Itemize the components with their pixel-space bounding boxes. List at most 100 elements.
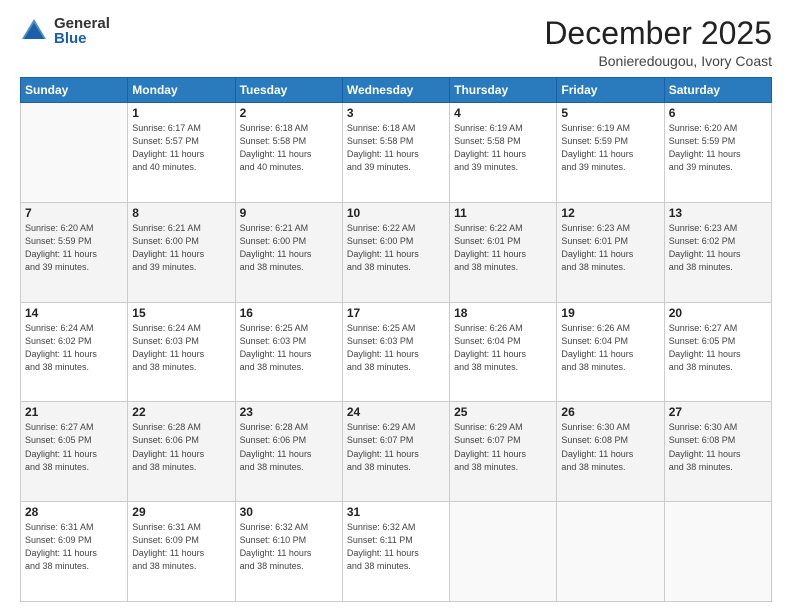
calendar-cell: 13 Sunrise: 6:23 AMSunset: 6:02 PMDayligh… — [664, 202, 771, 302]
month-title: December 2025 — [544, 16, 772, 51]
day-info: Sunrise: 6:27 AMSunset: 6:05 PMDaylight:… — [25, 421, 123, 473]
day-info: Sunrise: 6:21 AMSunset: 6:00 PMDaylight:… — [240, 222, 338, 274]
day-info: Sunrise: 6:29 AMSunset: 6:07 PMDaylight:… — [454, 421, 552, 473]
logo-text: General Blue — [54, 16, 110, 46]
calendar-cell: 16 Sunrise: 6:25 AMSunset: 6:03 PMDayligh… — [235, 302, 342, 402]
day-number: 15 — [132, 306, 230, 320]
day-number: 9 — [240, 206, 338, 220]
calendar-cell: 25 Sunrise: 6:29 AMSunset: 6:07 PMDayligh… — [450, 402, 557, 502]
calendar-cell: 2 Sunrise: 6:18 AMSunset: 5:58 PMDaylight… — [235, 103, 342, 203]
day-number: 2 — [240, 106, 338, 120]
day-info: Sunrise: 6:28 AMSunset: 6:06 PMDaylight:… — [240, 421, 338, 473]
day-number: 6 — [669, 106, 767, 120]
day-number: 3 — [347, 106, 445, 120]
weekday-header-sunday: Sunday — [21, 78, 128, 103]
calendar-cell: 24 Sunrise: 6:29 AMSunset: 6:07 PMDayligh… — [342, 402, 449, 502]
day-info: Sunrise: 6:31 AMSunset: 6:09 PMDaylight:… — [25, 521, 123, 573]
day-number: 28 — [25, 505, 123, 519]
day-info: Sunrise: 6:18 AMSunset: 5:58 PMDaylight:… — [347, 122, 445, 174]
day-info: Sunrise: 6:22 AMSunset: 6:00 PMDaylight:… — [347, 222, 445, 274]
day-info: Sunrise: 6:20 AMSunset: 5:59 PMDaylight:… — [669, 122, 767, 174]
calendar-cell: 14Sunrise: 6:24 AMSunset: 6:02 PMDayligh… — [21, 302, 128, 402]
week-row-2: 7Sunrise: 6:20 AMSunset: 5:59 PMDaylight… — [21, 202, 772, 302]
day-number: 24 — [347, 405, 445, 419]
day-info: Sunrise: 6:25 AMSunset: 6:03 PMDaylight:… — [347, 322, 445, 374]
day-number: 26 — [561, 405, 659, 419]
calendar-cell: 11 Sunrise: 6:22 AMSunset: 6:01 PMDayligh… — [450, 202, 557, 302]
day-info: Sunrise: 6:31 AMSunset: 6:09 PMDaylight:… — [132, 521, 230, 573]
day-info: Sunrise: 6:23 AMSunset: 6:02 PMDaylight:… — [669, 222, 767, 274]
calendar-cell: 27Sunrise: 6:30 AMSunset: 6:08 PMDayligh… — [664, 402, 771, 502]
calendar-cell: 10 Sunrise: 6:22 AMSunset: 6:00 PMDayligh… — [342, 202, 449, 302]
day-number: 5 — [561, 106, 659, 120]
day-info: Sunrise: 6:30 AMSunset: 6:08 PMDaylight:… — [561, 421, 659, 473]
calendar-cell: 18 Sunrise: 6:26 AMSunset: 6:04 PMDayligh… — [450, 302, 557, 402]
calendar-cell: 6 Sunrise: 6:20 AMSunset: 5:59 PMDaylight… — [664, 103, 771, 203]
calendar-cell: 1 Sunrise: 6:17 AMSunset: 5:57 PMDaylight… — [128, 103, 235, 203]
day-number: 29 — [132, 505, 230, 519]
calendar-cell: 21 Sunrise: 6:27 AMSunset: 6:05 PMDayligh… — [21, 402, 128, 502]
day-number: 16 — [240, 306, 338, 320]
day-number: 27 — [669, 405, 767, 419]
day-number: 21 — [25, 405, 123, 419]
day-number: 18 — [454, 306, 552, 320]
logo-icon — [20, 17, 48, 45]
calendar-cell — [21, 103, 128, 203]
day-number: 17 — [347, 306, 445, 320]
day-info: Sunrise: 6:27 AMSunset: 6:05 PMDaylight:… — [669, 322, 767, 374]
day-info: Sunrise: 6:23 AMSunset: 6:01 PMDaylight:… — [561, 222, 659, 274]
calendar-cell: 30 Sunrise: 6:32 AMSunset: 6:10 PMDayligh… — [235, 502, 342, 602]
header: General Blue December 2025 Bonieredougou… — [20, 16, 772, 69]
day-info: Sunrise: 6:17 AMSunset: 5:57 PMDaylight:… — [132, 122, 230, 174]
calendar-cell: 17 Sunrise: 6:25 AMSunset: 6:03 PMDayligh… — [342, 302, 449, 402]
day-info: Sunrise: 6:24 AMSunset: 6:03 PMDaylight:… — [132, 322, 230, 374]
calendar-cell: 15 Sunrise: 6:24 AMSunset: 6:03 PMDayligh… — [128, 302, 235, 402]
calendar-cell: 8 Sunrise: 6:21 AMSunset: 6:00 PMDaylight… — [128, 202, 235, 302]
calendar-cell: 31Sunrise: 6:32 AMSunset: 6:11 PMDayligh… — [342, 502, 449, 602]
day-number: 4 — [454, 106, 552, 120]
day-info: Sunrise: 6:18 AMSunset: 5:58 PMDaylight:… — [240, 122, 338, 174]
day-number: 8 — [132, 206, 230, 220]
calendar-cell: 26 Sunrise: 6:30 AMSunset: 6:08 PMDayligh… — [557, 402, 664, 502]
calendar-cell — [450, 502, 557, 602]
day-info: Sunrise: 6:28 AMSunset: 6:06 PMDaylight:… — [132, 421, 230, 473]
day-number: 1 — [132, 106, 230, 120]
week-row-1: 1 Sunrise: 6:17 AMSunset: 5:57 PMDaylight… — [21, 103, 772, 203]
day-info: Sunrise: 6:21 AMSunset: 6:00 PMDaylight:… — [132, 222, 230, 274]
day-info: Sunrise: 6:32 AMSunset: 6:10 PMDaylight:… — [240, 521, 338, 573]
week-row-3: 14Sunrise: 6:24 AMSunset: 6:02 PMDayligh… — [21, 302, 772, 402]
day-info: Sunrise: 6:25 AMSunset: 6:03 PMDaylight:… — [240, 322, 338, 374]
day-number: 20 — [669, 306, 767, 320]
day-info: Sunrise: 6:22 AMSunset: 6:01 PMDaylight:… — [454, 222, 552, 274]
day-info: Sunrise: 6:29 AMSunset: 6:07 PMDaylight:… — [347, 421, 445, 473]
calendar-cell: 28 Sunrise: 6:31 AMSunset: 6:09 PMDayligh… — [21, 502, 128, 602]
weekday-header-thursday: Thursday — [450, 78, 557, 103]
day-number: 25 — [454, 405, 552, 419]
day-number: 22 — [132, 405, 230, 419]
calendar-cell: 5Sunrise: 6:19 AMSunset: 5:59 PMDaylight… — [557, 103, 664, 203]
calendar-cell: 23Sunrise: 6:28 AMSunset: 6:06 PMDayligh… — [235, 402, 342, 502]
day-number: 30 — [240, 505, 338, 519]
day-number: 13 — [669, 206, 767, 220]
weekday-header-row: SundayMondayTuesdayWednesdayThursdayFrid… — [21, 78, 772, 103]
day-number: 7 — [25, 206, 123, 220]
calendar-cell — [557, 502, 664, 602]
calendar-cell: 7Sunrise: 6:20 AMSunset: 5:59 PMDaylight… — [21, 202, 128, 302]
calendar-cell: 19 Sunrise: 6:26 AMSunset: 6:04 PMDayligh… — [557, 302, 664, 402]
calendar-cell — [664, 502, 771, 602]
calendar-cell: 9 Sunrise: 6:21 AMSunset: 6:00 PMDaylight… — [235, 202, 342, 302]
day-number: 10 — [347, 206, 445, 220]
day-number: 19 — [561, 306, 659, 320]
logo-general: General — [54, 16, 110, 31]
weekday-header-monday: Monday — [128, 78, 235, 103]
weekday-header-tuesday: Tuesday — [235, 78, 342, 103]
calendar-cell: 12 Sunrise: 6:23 AMSunset: 6:01 PMDayligh… — [557, 202, 664, 302]
day-info: Sunrise: 6:19 AMSunset: 5:58 PMDaylight:… — [454, 122, 552, 174]
day-number: 11 — [454, 206, 552, 220]
day-info: Sunrise: 6:26 AMSunset: 6:04 PMDaylight:… — [561, 322, 659, 374]
week-row-4: 21 Sunrise: 6:27 AMSunset: 6:05 PMDayligh… — [21, 402, 772, 502]
logo-blue: Blue — [54, 31, 110, 46]
weekday-header-friday: Friday — [557, 78, 664, 103]
day-info: Sunrise: 6:26 AMSunset: 6:04 PMDaylight:… — [454, 322, 552, 374]
day-number: 12 — [561, 206, 659, 220]
